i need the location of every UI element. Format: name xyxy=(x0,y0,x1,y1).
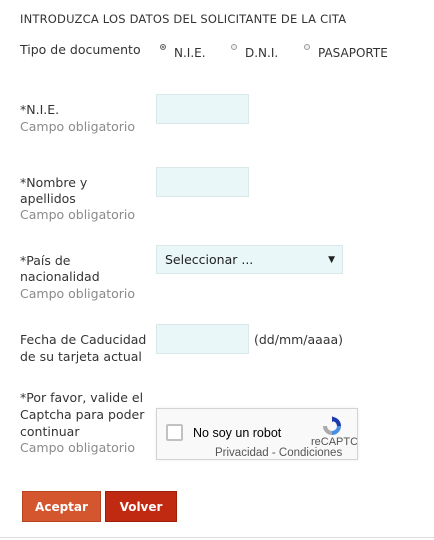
nie-required-hint: Campo obligatorio xyxy=(20,119,136,134)
nationality-select[interactable]: Seleccionar ... ▼ xyxy=(156,245,343,274)
nie-input[interactable] xyxy=(156,94,249,124)
recaptcha-checkbox[interactable] xyxy=(166,424,183,441)
nationality-label-line2: nacionalidad xyxy=(20,269,100,284)
expiry-label-line1: Fecha de Caducidad xyxy=(20,332,147,347)
nie-label: *N.I.E. xyxy=(20,102,60,117)
name-required-hint: Campo obligatorio xyxy=(20,207,136,222)
recaptcha-privacy-links[interactable]: Privacidad - Condiciones xyxy=(215,447,342,459)
captcha-label-line3: continuar xyxy=(20,424,80,439)
radio-pasaporte-indicator[interactable] xyxy=(304,44,310,50)
date-format-hint: (dd/mm/aaaa) xyxy=(254,332,344,347)
expiry-label-line2: de su tarjeta actual xyxy=(20,349,142,364)
captcha-label-line2: Captcha para poder xyxy=(20,407,145,422)
radio-dni-label: D.N.I. xyxy=(245,46,279,60)
recaptcha-robot-label: No soy un robot xyxy=(193,426,282,440)
radio-dni[interactable]: D.N.I. xyxy=(231,44,279,60)
radio-nie-label: N.I.E. xyxy=(174,46,206,60)
expiry-date-input[interactable] xyxy=(156,324,249,354)
radio-nie-indicator[interactable] xyxy=(160,44,166,50)
captcha-label-line1: *Por favor, valide el xyxy=(20,390,144,405)
captcha-required-hint: Campo obligatorio xyxy=(20,440,136,455)
nationality-required-hint: Campo obligatorio xyxy=(20,286,136,301)
bottom-divider xyxy=(0,537,434,538)
back-button[interactable]: Volver xyxy=(105,491,177,522)
form-title: INTRODUZCA LOS DATOS DEL SOLICITANTE DE … xyxy=(20,12,347,26)
nationality-selected-value: Seleccionar ... xyxy=(165,252,254,267)
name-label-line1: *Nombre y xyxy=(20,175,88,190)
nationality-label-line1: *País de xyxy=(20,253,71,268)
appointment-applicant-form: INTRODUZCA LOS DATOS DEL SOLICITANTE DE … xyxy=(0,0,434,540)
radio-dni-indicator[interactable] xyxy=(231,44,237,50)
recaptcha-widget: No soy un robot reCAPTCHA Privacidad - C… xyxy=(156,408,358,460)
chevron-down-icon: ▼ xyxy=(328,255,335,265)
accept-button[interactable]: Aceptar xyxy=(22,491,101,522)
radio-nie[interactable]: N.I.E. xyxy=(160,44,206,60)
radio-pasaporte[interactable]: PASAPORTE xyxy=(304,44,388,60)
name-label-line2: apellidos xyxy=(20,191,76,206)
recaptcha-logo-icon xyxy=(323,416,341,435)
radio-pasaporte-label: PASAPORTE xyxy=(318,46,388,60)
document-type-label: Tipo de documento xyxy=(20,42,141,57)
name-input[interactable] xyxy=(156,167,249,197)
